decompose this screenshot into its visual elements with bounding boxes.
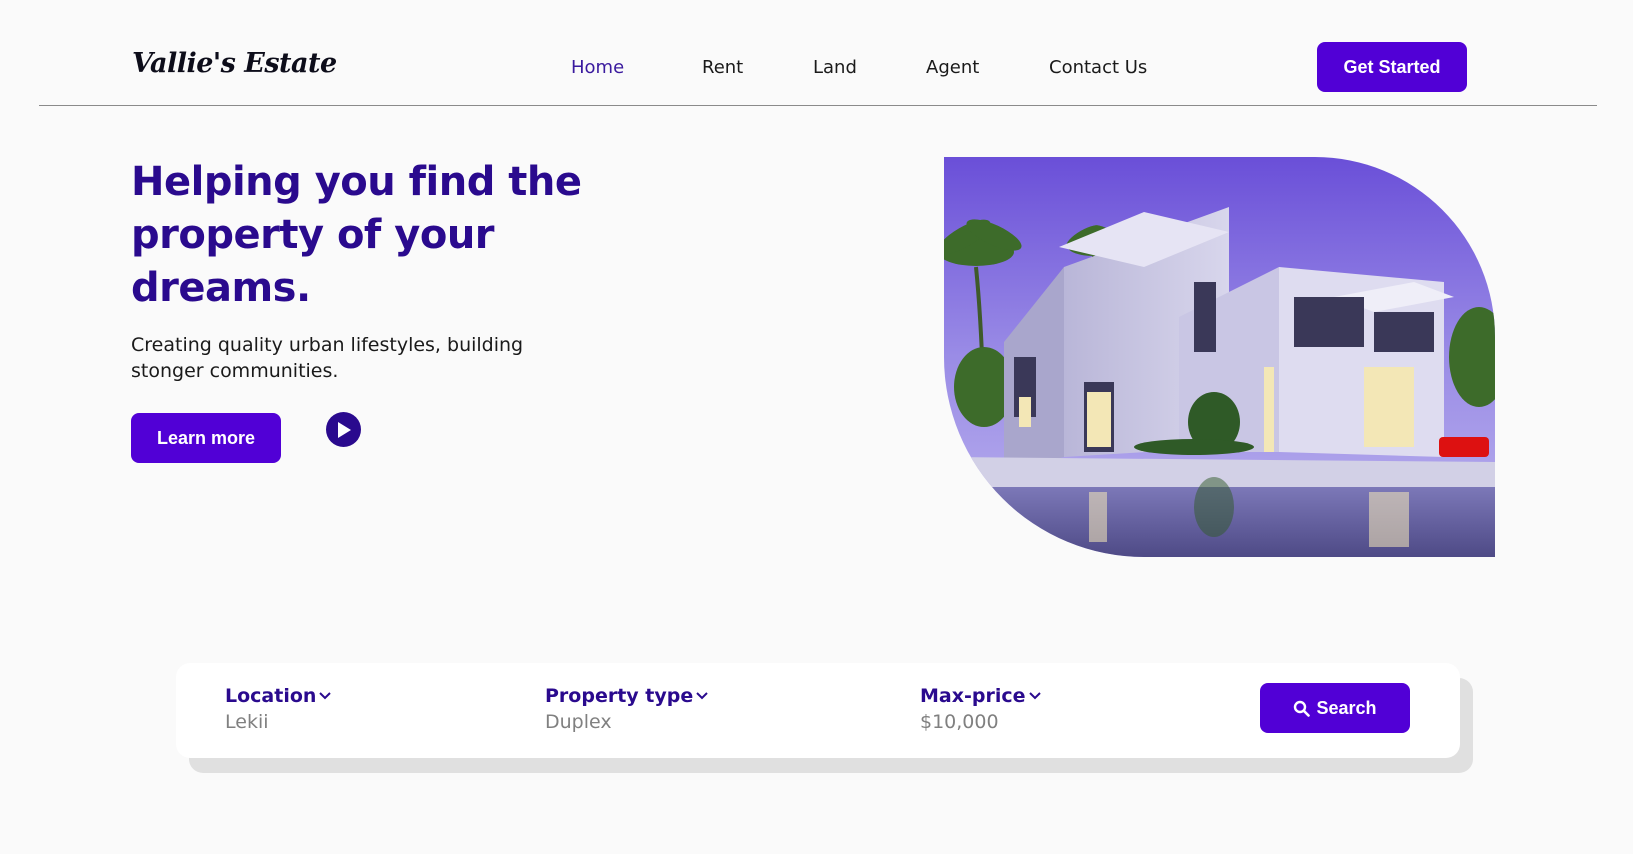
brand-logo[interactable]: Vallie's Estate bbox=[132, 48, 337, 79]
chevron-down-icon bbox=[696, 692, 708, 700]
chevron-down-icon bbox=[1028, 692, 1041, 700]
hero-house-image bbox=[944, 157, 1495, 557]
search-icon bbox=[1294, 700, 1311, 717]
hero-subtitle: Creating quality urban lifestyles, build… bbox=[131, 334, 524, 382]
get-started-button[interactable]: Get Started bbox=[1317, 42, 1467, 92]
location-value: Lekii bbox=[225, 711, 269, 733]
property-type-value: Duplex bbox=[545, 711, 612, 733]
property-type-filter[interactable]: Property type Duplex bbox=[545, 685, 709, 733]
modern-house-illustration bbox=[944, 157, 1495, 557]
play-video-button[interactable] bbox=[326, 412, 361, 447]
location-filter[interactable]: Location Lekii bbox=[225, 685, 332, 733]
nav-land[interactable]: Land bbox=[813, 57, 857, 78]
property-type-label: Property type bbox=[545, 685, 694, 707]
location-label: Location bbox=[225, 685, 317, 707]
search-button[interactable]: Search bbox=[1260, 683, 1410, 733]
max-price-label: Max-price bbox=[920, 685, 1026, 707]
nav-home[interactable]: Home bbox=[571, 57, 624, 78]
nav-contact-us[interactable]: Contact Us bbox=[1049, 57, 1147, 78]
property-search-bar: Location Lekii Property type Duplex Max-… bbox=[176, 663, 1460, 758]
search-button-label: Search bbox=[1316, 697, 1377, 718]
chevron-down-icon bbox=[319, 692, 332, 700]
nav-rent[interactable]: Rent bbox=[702, 57, 743, 78]
max-price-value: $10,000 bbox=[920, 711, 999, 733]
nav-agent[interactable]: Agent bbox=[926, 57, 979, 78]
hero-title: Helping you find the property of your dr… bbox=[131, 159, 582, 311]
play-icon bbox=[337, 421, 351, 438]
learn-more-button[interactable]: Learn more bbox=[131, 413, 281, 463]
max-price-filter[interactable]: Max-price $10,000 bbox=[920, 685, 1042, 733]
